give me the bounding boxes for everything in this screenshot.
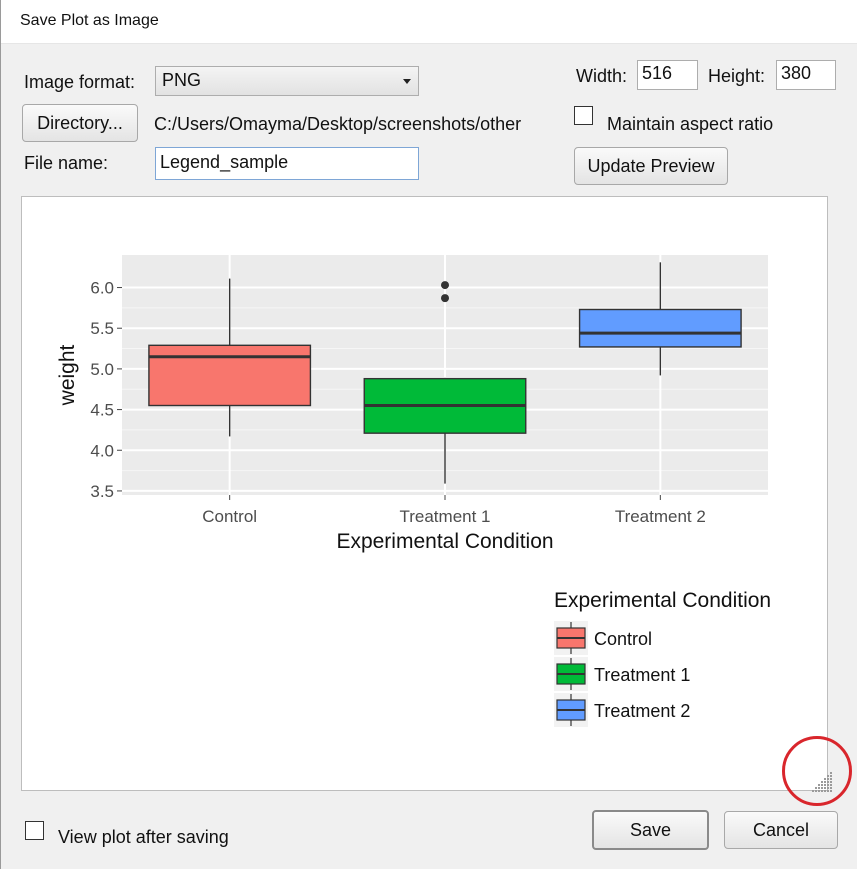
box-iqr: [578, 308, 742, 348]
legend-title: Experimental Condition: [554, 589, 771, 612]
image-format-value: PNG: [162, 70, 202, 90]
save-button[interactable]: Save: [592, 810, 709, 850]
x-axis-title: Experimental Condition: [336, 530, 553, 553]
width-input[interactable]: 516: [637, 60, 698, 90]
y-axis-title: weight: [56, 344, 79, 406]
plot-preview: 3.5 4.0 4.5 5.0 5.5 6.0 Control Treatment 1 Trea…: [21, 196, 828, 791]
image-format-label: Image format:: [24, 72, 136, 92]
y-tick-label: 3.5: [90, 482, 114, 501]
y-tick-label: 4.0: [90, 441, 114, 460]
image-format-select[interactable]: PNG: [155, 66, 419, 96]
outlier-point: [441, 281, 449, 290]
save-plot-dialog: Save Plot as Image Image format: PNG Dir…: [0, 0, 857, 869]
update-preview-button[interactable]: Update Preview: [574, 147, 728, 185]
x-tick-label: Treatment 2: [615, 507, 706, 526]
view-after-saving-label: View plot after saving: [58, 827, 229, 847]
x-tick-label: Treatment 1: [399, 507, 490, 526]
chevron-down-icon: [403, 79, 411, 84]
height-input[interactable]: 380: [776, 60, 836, 90]
outlier-point: [441, 294, 449, 303]
cancel-button[interactable]: Cancel: [724, 811, 838, 849]
height-label: Height:: [708, 66, 766, 86]
maintain-aspect-label: Maintain aspect ratio: [607, 114, 774, 134]
title-bar: Save Plot as Image: [1, 0, 857, 44]
legend-entry-label: Treatment 2: [594, 701, 690, 721]
legend-entry-label: Treatment 1: [594, 665, 690, 685]
box-iqr: [148, 344, 312, 407]
width-label: Width:: [576, 66, 628, 86]
y-tick-label: 5.5: [90, 319, 114, 338]
view-after-saving-checkbox[interactable]: [25, 821, 44, 840]
maintain-aspect-checkbox[interactable]: [574, 106, 593, 125]
y-tick-label: 4.5: [90, 401, 114, 420]
x-tick-label: Control: [202, 507, 257, 526]
y-tick-label: 5.0: [90, 360, 114, 379]
window-title: Save Plot as Image: [20, 12, 159, 29]
highlight-circle-annotation: [782, 736, 852, 806]
boxplot-chart: 3.5 4.0 4.5 5.0 5.5 6.0 Control Treatment 1 Trea…: [56, 255, 771, 727]
directory-button[interactable]: Directory...: [22, 104, 138, 142]
directory-path: C:/Users/Omayma/Desktop/screenshots/othe…: [154, 114, 522, 134]
y-tick-label: 6.0: [90, 279, 114, 298]
legend-entry-label: Control: [594, 629, 652, 649]
file-name-input[interactable]: Legend_sample: [155, 147, 419, 180]
file-name-label: File name:: [24, 153, 109, 173]
